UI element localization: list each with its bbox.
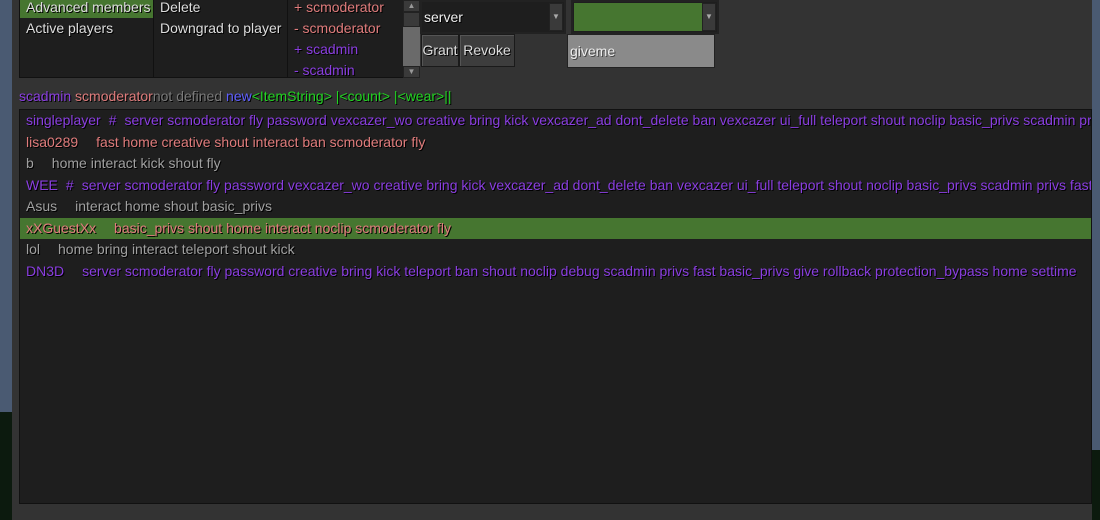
action-item-delete[interactable]: Delete (154, 0, 287, 18)
player-name: WEE (26, 176, 58, 193)
player-privs: server scmoderator fly password creative… (82, 262, 1077, 279)
player-row[interactable]: xXGuestXx basic_privs shout home interact… (20, 217, 1091, 239)
give-item-field[interactable]: giveme (567, 34, 715, 68)
player-name: b (26, 155, 34, 171)
scroll-down-icon[interactable]: ▼ (403, 66, 420, 78)
player-marker: # (108, 112, 117, 128)
player-row[interactable]: WEE # server scmoderator fly password vexc… (20, 175, 1091, 197)
chevron-down-icon[interactable]: ▼ (702, 3, 716, 31)
player-row[interactable]: lisa0289 fast home creative shout interac… (20, 132, 1091, 154)
category-item-active-players[interactable]: Active players (20, 18, 153, 39)
priv-item-remove-scmoderator[interactable]: - scmoderator (288, 18, 416, 39)
player-privs: server scmoderator fly password vexcazer… (124, 112, 1091, 128)
legend-undefined: not defined (152, 88, 223, 104)
priv-list[interactable]: + scmoderator - scmoderator + scadmin - … (287, 0, 417, 78)
player-privs: interact home shout basic_privs (75, 198, 272, 214)
scroll-thumb[interactable] (403, 12, 420, 27)
color-swatch (574, 3, 702, 31)
action-item-downgrade[interactable]: Downgrad to player (154, 18, 287, 39)
revoke-button[interactable]: Revoke (459, 34, 515, 67)
priv-legend: scadmin scmoderatornot defined new<ItemS… (19, 86, 452, 106)
legend-admin: scadmin (19, 88, 72, 104)
player-name: Asus (26, 198, 58, 214)
category-list[interactable]: Advanced members Active players (19, 0, 154, 78)
background-scenery (0, 412, 12, 520)
player-privs: basic_privs shout home interact noclip s… (114, 219, 451, 236)
priv-item-add-scmoderator[interactable]: + scmoderator (288, 0, 416, 18)
player-privs: fast home creative shout interact ban sc… (96, 133, 426, 150)
player-name: xXGuestXx (26, 219, 97, 236)
player-list[interactable]: singleplayer # server scmoderator fly pass… (19, 109, 1092, 504)
priv-list-scrollbar[interactable]: ▲ ▼ (403, 0, 420, 78)
priv-dropdown[interactable]: server ▼ (420, 0, 566, 34)
player-row[interactable]: b home interact kick shout fly (20, 153, 1091, 175)
scroll-up-icon[interactable]: ▲ (403, 0, 420, 12)
action-list[interactable]: Delete Downgrad to player (153, 0, 288, 78)
priv-item-add-scadmin[interactable]: + scadmin (288, 39, 416, 60)
color-dropdown[interactable]: ▼ (571, 0, 719, 34)
grant-button[interactable]: Grant (421, 34, 459, 67)
player-name: lisa0289 (26, 133, 79, 150)
player-row[interactable]: DN3D server scmoderator fly password crea… (20, 261, 1091, 283)
player-marker: # (65, 176, 74, 193)
player-privs: server scmoderator fly password vexcazer… (81, 176, 1091, 193)
player-privs: home interact kick shout fly (51, 155, 221, 171)
player-name: singleplayer (26, 112, 101, 128)
category-item-advanced-members[interactable]: Advanced members (20, 0, 153, 18)
legend-new: new (226, 88, 252, 104)
legend-moderator: scmoderator (75, 88, 153, 104)
priv-dropdown-value: server (424, 9, 463, 25)
player-row[interactable]: singleplayer # server scmoderator fly pass… (20, 110, 1091, 132)
player-privs: home bring interact teleport shout kick (58, 241, 295, 257)
priv-item-remove-scadmin[interactable]: - scadmin (288, 60, 416, 81)
chevron-down-icon[interactable]: ▼ (549, 3, 563, 31)
player-row[interactable]: lol home bring interact teleport shout ki… (20, 239, 1091, 261)
legend-syntax: <ItemString> |<count> |<wear>|| (251, 88, 452, 104)
player-row[interactable]: Asus interact home shout basic_privs (20, 196, 1091, 218)
player-name: lol (26, 241, 41, 257)
admin-panel: Advanced members Active players Delete D… (12, 0, 1092, 520)
player-name: DN3D (26, 262, 65, 279)
